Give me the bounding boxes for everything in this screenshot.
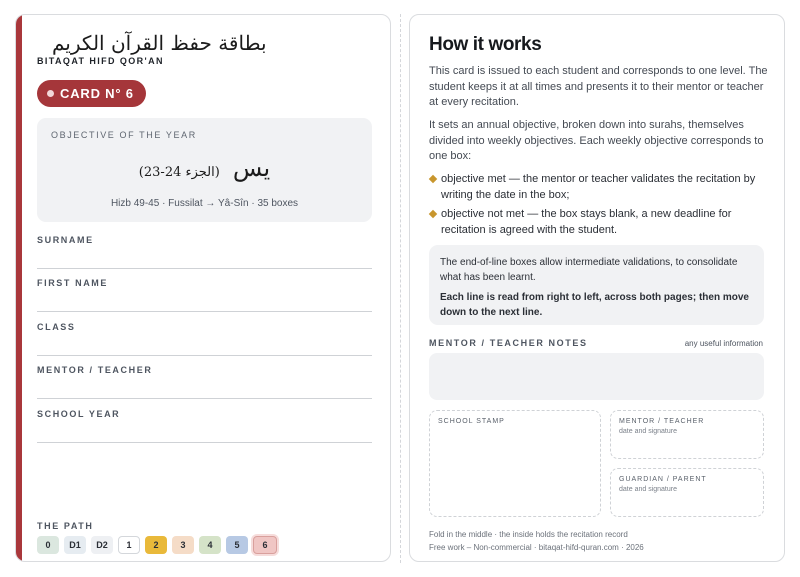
first-name-field[interactable]: FIRST NAME bbox=[37, 278, 372, 312]
guardian-signature-box[interactable]: GUARDIAN / PARENT date and signature bbox=[610, 468, 764, 517]
accent-bar bbox=[16, 15, 22, 561]
arabic-title: بطاقة حفظ القرآن الكريم bbox=[52, 31, 267, 55]
intro-paragraph: This card is issued to each student and … bbox=[429, 65, 768, 108]
objective-panel: OBJECTIVE OF THE YEAR يس (الجزء 24-23) H… bbox=[37, 118, 372, 222]
path-step-d1: D1 bbox=[64, 536, 86, 554]
latin-subtitle: BITAQAT HIFD QOR'AN bbox=[37, 56, 164, 66]
path-step-5: 5 bbox=[226, 536, 248, 554]
school-year-field[interactable]: SCHOOL YEAR bbox=[37, 409, 372, 443]
diamond-bullet-icon bbox=[428, 209, 438, 219]
notes-area[interactable] bbox=[429, 353, 764, 400]
footer-fold-note: Fold in the middle · the inside holds th… bbox=[429, 530, 628, 539]
mentor-teacher-field[interactable]: MENTOR / TEACHER bbox=[37, 365, 372, 399]
bullet-objective-met: objective met — the mentor or teacher va… bbox=[428, 172, 769, 203]
bullet-text: objective met — the mentor or teacher va… bbox=[441, 173, 756, 201]
objective-paragraph: It sets an annual objective, broken down… bbox=[429, 119, 764, 162]
diamond-bullet-icon bbox=[428, 174, 438, 184]
surah-name: يس bbox=[232, 154, 271, 182]
path-step-0: 0 bbox=[37, 536, 59, 554]
notes-hint: any useful information bbox=[684, 339, 763, 348]
footer-credits: Free work – Non-commercial · bitaqat-hif… bbox=[429, 543, 644, 552]
objective-details: Hizb 49-45 · Fussilat → Yâ-Sîn · 35 boxe… bbox=[110, 198, 299, 209]
objective-label: OBJECTIVE OF THE YEAR bbox=[51, 130, 197, 140]
path-step-d2: D2 bbox=[91, 536, 113, 554]
field-label: SCHOOL YEAR bbox=[37, 409, 121, 419]
guardian-signature-label: GUARDIAN / PARENT bbox=[619, 476, 707, 483]
field-label: SURNAME bbox=[37, 235, 94, 245]
class-field[interactable]: CLASS bbox=[37, 322, 372, 356]
path-step-6: 6 bbox=[253, 536, 277, 554]
objective-surah: يس (الجزء 24-23) bbox=[37, 154, 372, 182]
bullet-text: objective not met — the box stays blank,… bbox=[441, 208, 732, 236]
path-step-1: 1 bbox=[118, 536, 140, 554]
guardian-signature-sub: date and signature bbox=[619, 486, 677, 493]
info-emphasis: Each line is read from right to left, ac… bbox=[440, 292, 749, 318]
field-label: MENTOR / TEACHER bbox=[37, 365, 153, 375]
mentor-signature-box[interactable]: MENTOR / TEACHER date and signature bbox=[610, 410, 764, 459]
path-steps: 0 D1 D2 1 2 3 4 5 6 bbox=[37, 536, 277, 554]
path-step-3: 3 bbox=[172, 536, 194, 554]
field-label: CLASS bbox=[37, 322, 76, 332]
left-page: بطاقة حفظ القرآن الكريم BITAQAT HIFD QOR… bbox=[15, 14, 391, 562]
juz-range: (الجزء 24-23) bbox=[138, 165, 220, 180]
fold-line bbox=[400, 14, 401, 563]
card-number-label: CARD N° 6 bbox=[60, 86, 134, 101]
notes-label: MENTOR / TEACHER NOTES bbox=[429, 338, 588, 348]
right-page: How it works This card is issued to each… bbox=[409, 14, 785, 562]
path-step-4: 4 bbox=[199, 536, 221, 554]
path-step-2: 2 bbox=[145, 536, 167, 554]
path-label: THE PATH bbox=[37, 521, 94, 531]
info-box: The end-of-line boxes allow intermediate… bbox=[429, 245, 764, 325]
field-label: FIRST NAME bbox=[37, 278, 108, 288]
badge-dot-icon bbox=[47, 90, 54, 97]
mentor-signature-label: MENTOR / TEACHER bbox=[619, 418, 705, 425]
info-text: The end-of-line boxes allow intermediate… bbox=[440, 257, 738, 283]
bullet-objective-not-met: objective not met — the box stays blank,… bbox=[428, 207, 769, 238]
how-it-works-title: How it works bbox=[429, 34, 542, 55]
stamp-label: SCHOOL STAMP bbox=[438, 418, 505, 425]
mentor-signature-sub: date and signature bbox=[619, 428, 677, 435]
surname-field[interactable]: SURNAME bbox=[37, 235, 372, 269]
school-stamp-box[interactable]: SCHOOL STAMP bbox=[429, 410, 601, 517]
card-number-badge: CARD N° 6 bbox=[37, 80, 146, 107]
